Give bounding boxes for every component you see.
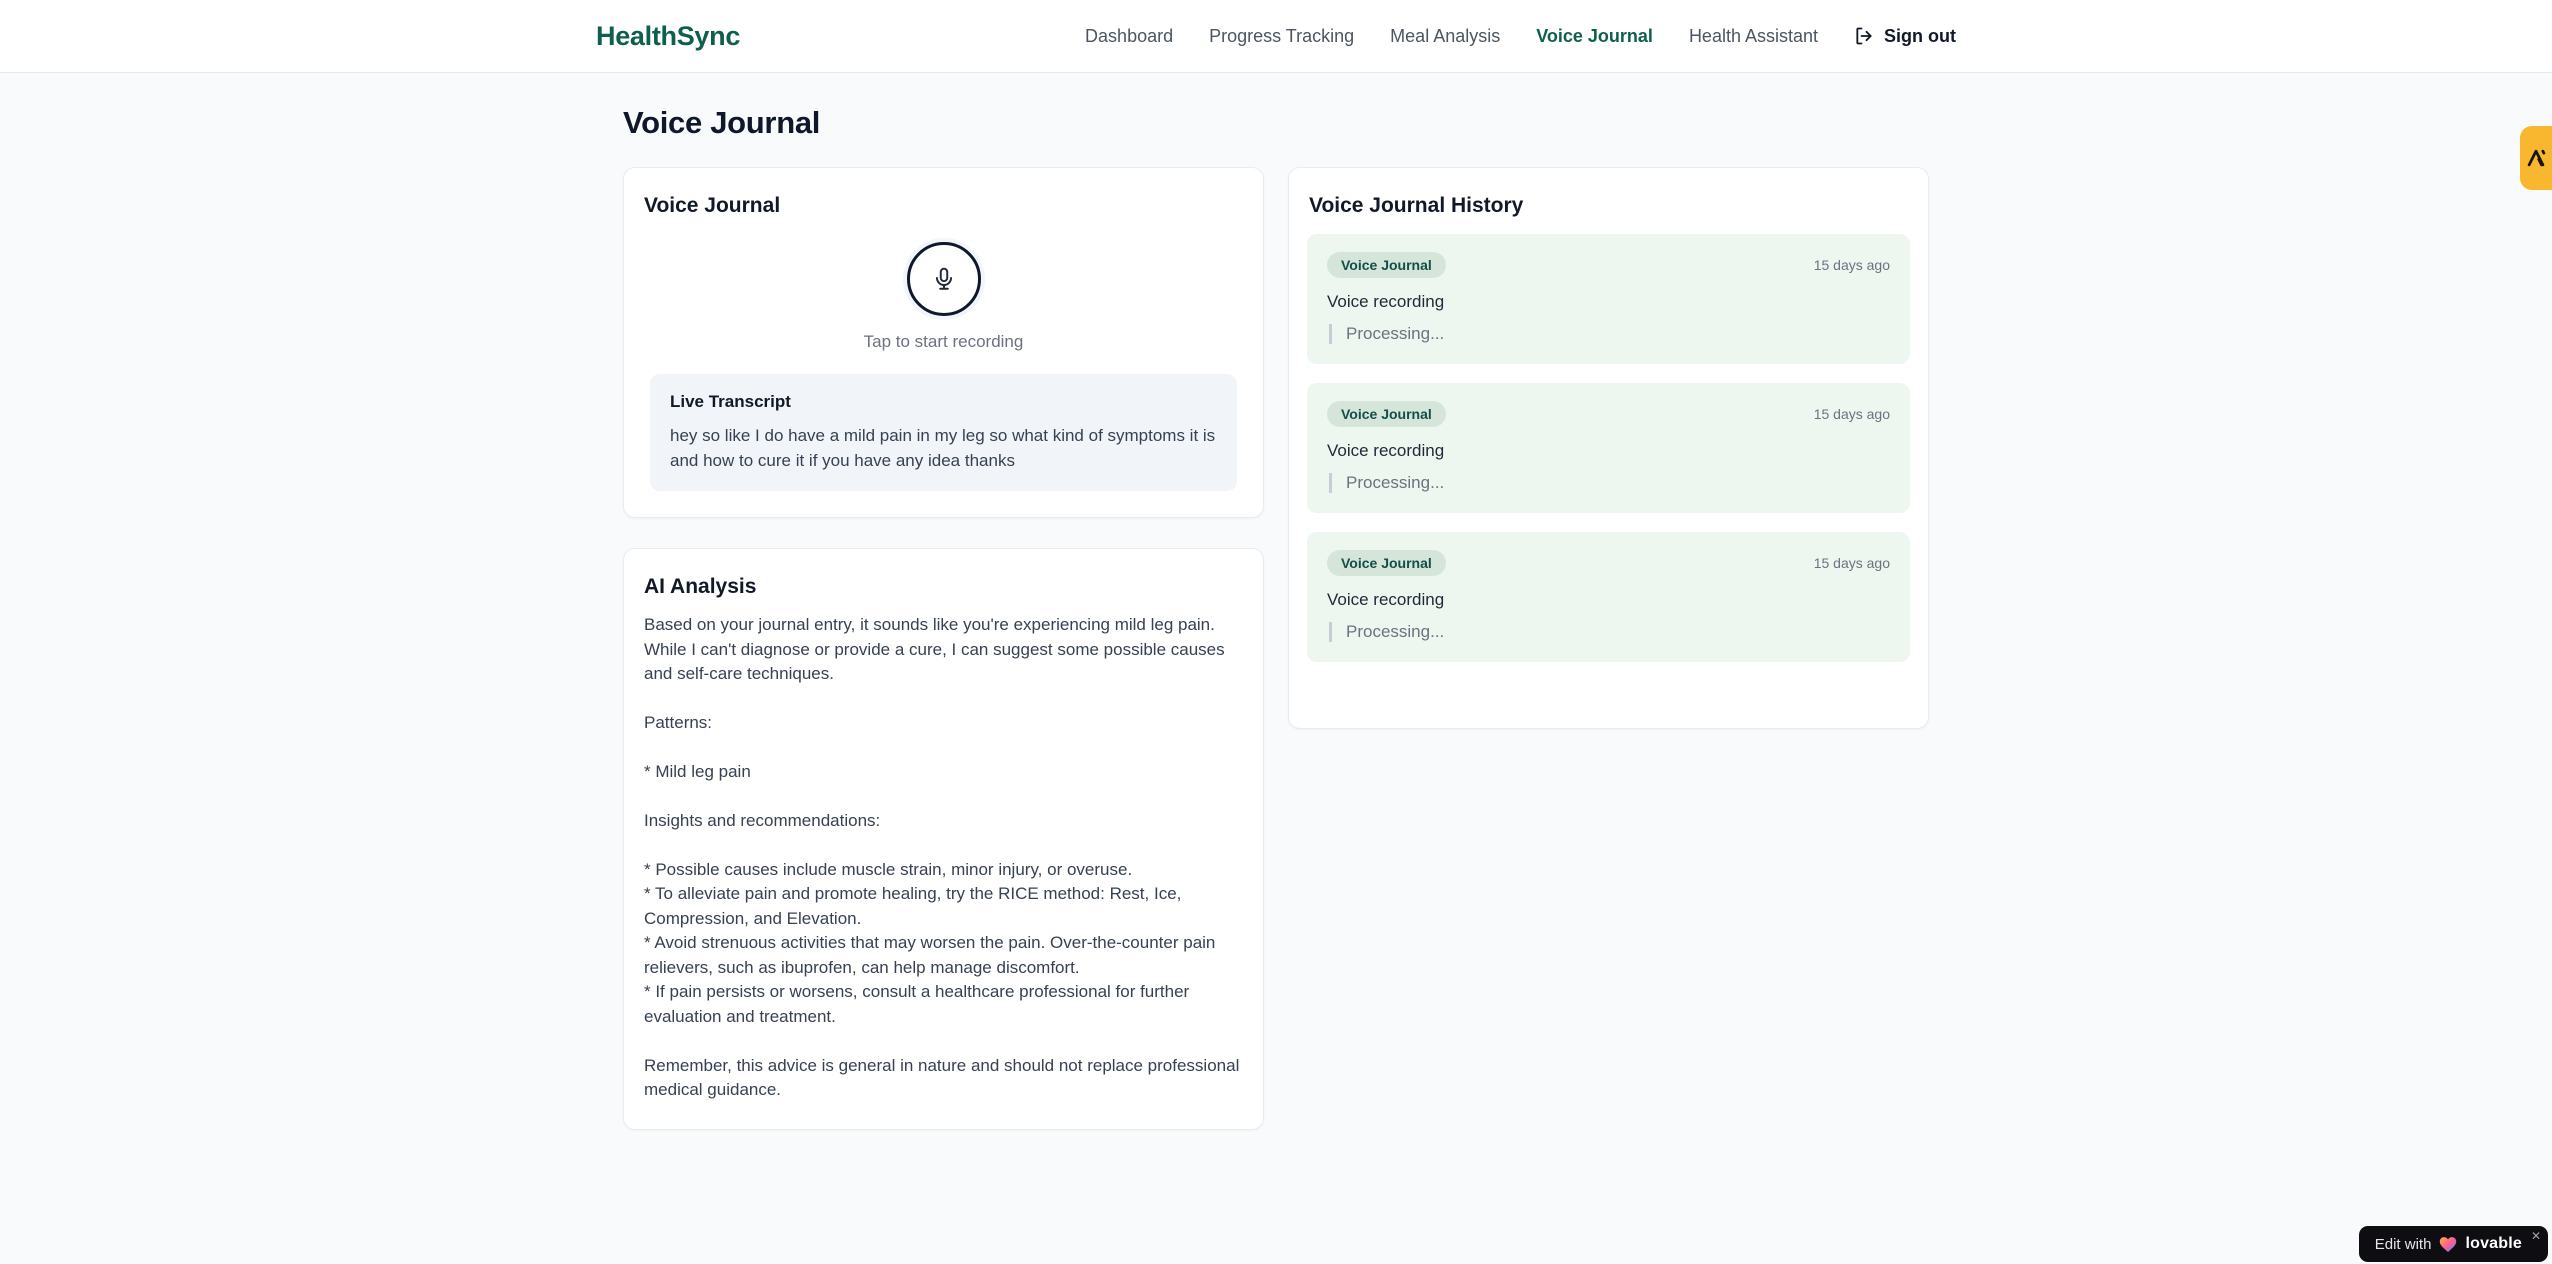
entry-type-badge: Voice Journal (1327, 550, 1446, 576)
entry-timestamp: 15 days ago (1813, 555, 1890, 571)
entry-type-badge: Voice Journal (1327, 252, 1446, 278)
history-card-title: Voice Journal History (1309, 194, 1524, 217)
edit-with-lovable-badge[interactable]: Edit with lovable ✕ (2358, 1226, 2548, 1262)
entry-title: Voice recording (1327, 292, 1445, 311)
entry-status: Processing... (1329, 324, 1890, 344)
ai-analysis-title: AI Analysis (644, 575, 757, 599)
top-navigation-bar: HealthSync Dashboard Progress Tracking M… (0, 0, 2552, 73)
right-column: Voice Journal History Voice Journal 15 d… (1288, 167, 1929, 729)
entry-status: Processing... (1329, 473, 1890, 493)
nav-item-dashboard[interactable]: Dashboard (1085, 26, 1173, 47)
mic-section: Tap to start recording (642, 224, 1245, 352)
main-content: Voice Journal Voice Journal Tap to start… (623, 73, 1929, 1130)
nav-item-voice-journal[interactable]: Voice Journal (1536, 26, 1653, 47)
page-title: Voice Journal (623, 105, 821, 140)
ai-analysis-card: AI Analysis Based on your journal entry,… (623, 548, 1264, 1130)
lovable-prefix-label: Edit with (2374, 1235, 2432, 1253)
history-list: Voice Journal 15 days ago Voice recordin… (1307, 234, 1910, 662)
voice-journal-history-card: Voice Journal History Voice Journal 15 d… (1288, 167, 1929, 729)
live-transcript-title: Live Transcript (670, 392, 791, 411)
sign-out-button[interactable]: Sign out (1854, 26, 1956, 47)
entry-timestamp: 15 days ago (1813, 257, 1890, 273)
microphone-icon (931, 266, 957, 292)
lovable-brand-label: lovable (2465, 1235, 2522, 1252)
history-entry-header: Voice Journal 15 days ago (1327, 550, 1890, 576)
lovable-close-icon[interactable]: ✕ (2531, 1229, 2541, 1243)
history-entry-header: Voice Journal 15 days ago (1327, 252, 1890, 278)
history-entry[interactable]: Voice Journal 15 days ago Voice recordin… (1307, 383, 1910, 513)
header-container: HealthSync Dashboard Progress Tracking M… (596, 21, 1956, 52)
record-button[interactable] (906, 242, 981, 316)
nav-item-meal-analysis[interactable]: Meal Analysis (1390, 26, 1500, 47)
entry-timestamp: 15 days ago (1813, 406, 1890, 422)
ai-analysis-body: Based on your journal entry, it sounds l… (644, 615, 1240, 1100)
left-column: Voice Journal Tap to start recording Liv… (623, 167, 1264, 1130)
voice-recorder-card: Voice Journal Tap to start recording Liv… (623, 167, 1264, 519)
side-widget-button[interactable] (2520, 126, 2552, 190)
tap-to-record-hint: Tap to start recording (863, 332, 1024, 351)
recorder-card-title: Voice Journal (644, 194, 781, 217)
main-nav: Dashboard Progress Tracking Meal Analysi… (1085, 26, 1956, 47)
live-transcript-box: Live Transcript hey so like I do have a … (650, 374, 1237, 492)
nav-item-health-assistant[interactable]: Health Assistant (1689, 26, 1818, 47)
entry-title: Voice recording (1327, 590, 1445, 609)
entry-title: Voice recording (1327, 441, 1445, 460)
content-columns: Voice Journal Tap to start recording Liv… (623, 167, 1929, 1130)
live-transcript-text: hey so like I do have a mild pain in my … (670, 426, 1216, 470)
history-entry-header: Voice Journal 15 days ago (1327, 401, 1890, 427)
history-entry[interactable]: Voice Journal 15 days ago Voice recordin… (1307, 234, 1910, 364)
app-logo[interactable]: HealthSync (596, 21, 740, 52)
lovable-heart-icon (2439, 1236, 2457, 1253)
sign-out-label: Sign out (1884, 25, 1956, 46)
entry-type-badge: Voice Journal (1327, 401, 1446, 427)
sign-out-icon (1854, 26, 1874, 46)
history-entry[interactable]: Voice Journal 15 days ago Voice recordin… (1307, 532, 1910, 662)
nav-item-progress-tracking[interactable]: Progress Tracking (1209, 26, 1354, 47)
lambda-logo-icon (2525, 146, 2547, 170)
entry-status: Processing... (1329, 622, 1890, 642)
